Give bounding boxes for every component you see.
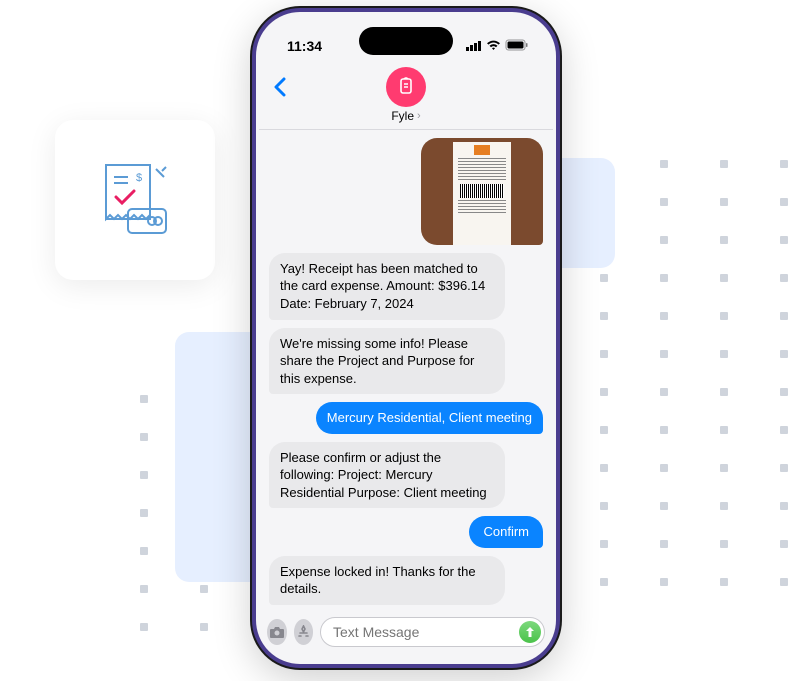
phone-mockup: 11:34 Fyle › bbox=[252, 8, 560, 668]
wifi-icon bbox=[486, 38, 501, 54]
receipt-image-message[interactable] bbox=[421, 138, 543, 245]
message-received[interactable]: We're missing some info! Please share th… bbox=[269, 328, 505, 395]
contact-avatar[interactable] bbox=[386, 67, 426, 107]
send-button[interactable] bbox=[519, 621, 541, 643]
app-store-button[interactable] bbox=[294, 619, 314, 645]
receipt-icon: $ bbox=[88, 153, 182, 247]
message-received[interactable]: Yay! Receipt has been matched to the car… bbox=[269, 253, 505, 320]
app-store-icon bbox=[296, 625, 311, 640]
receipt-thumbnail bbox=[453, 142, 511, 245]
arrow-up-icon bbox=[525, 626, 535, 638]
contact-name-row[interactable]: Fyle › bbox=[391, 109, 420, 123]
chevron-right-icon: › bbox=[417, 110, 421, 122]
svg-text:$: $ bbox=[136, 172, 142, 184]
messages-list[interactable]: Yay! Receipt has been matched to the car… bbox=[259, 130, 553, 611]
message-sent[interactable]: Confirm bbox=[469, 516, 543, 548]
cellular-icon bbox=[466, 38, 482, 54]
camera-icon bbox=[269, 626, 285, 639]
receipt-icon-card: $ bbox=[55, 120, 215, 280]
status-time: 11:34 bbox=[287, 38, 322, 54]
battery-icon bbox=[505, 38, 529, 54]
message-input-bar bbox=[259, 611, 553, 661]
message-received[interactable]: Expense locked in! Thanks for the detail… bbox=[269, 556, 505, 605]
contact-name: Fyle bbox=[391, 109, 414, 123]
message-received[interactable]: Please confirm or adjust the following: … bbox=[269, 442, 505, 509]
message-input[interactable] bbox=[320, 617, 545, 647]
decorative-dots-right bbox=[600, 160, 790, 586]
chat-header: Fyle › bbox=[259, 61, 553, 130]
back-button[interactable] bbox=[273, 77, 286, 103]
camera-button[interactable] bbox=[267, 619, 287, 645]
message-sent[interactable]: Mercury Residential, Client meeting bbox=[316, 402, 543, 434]
dynamic-island bbox=[359, 27, 453, 55]
